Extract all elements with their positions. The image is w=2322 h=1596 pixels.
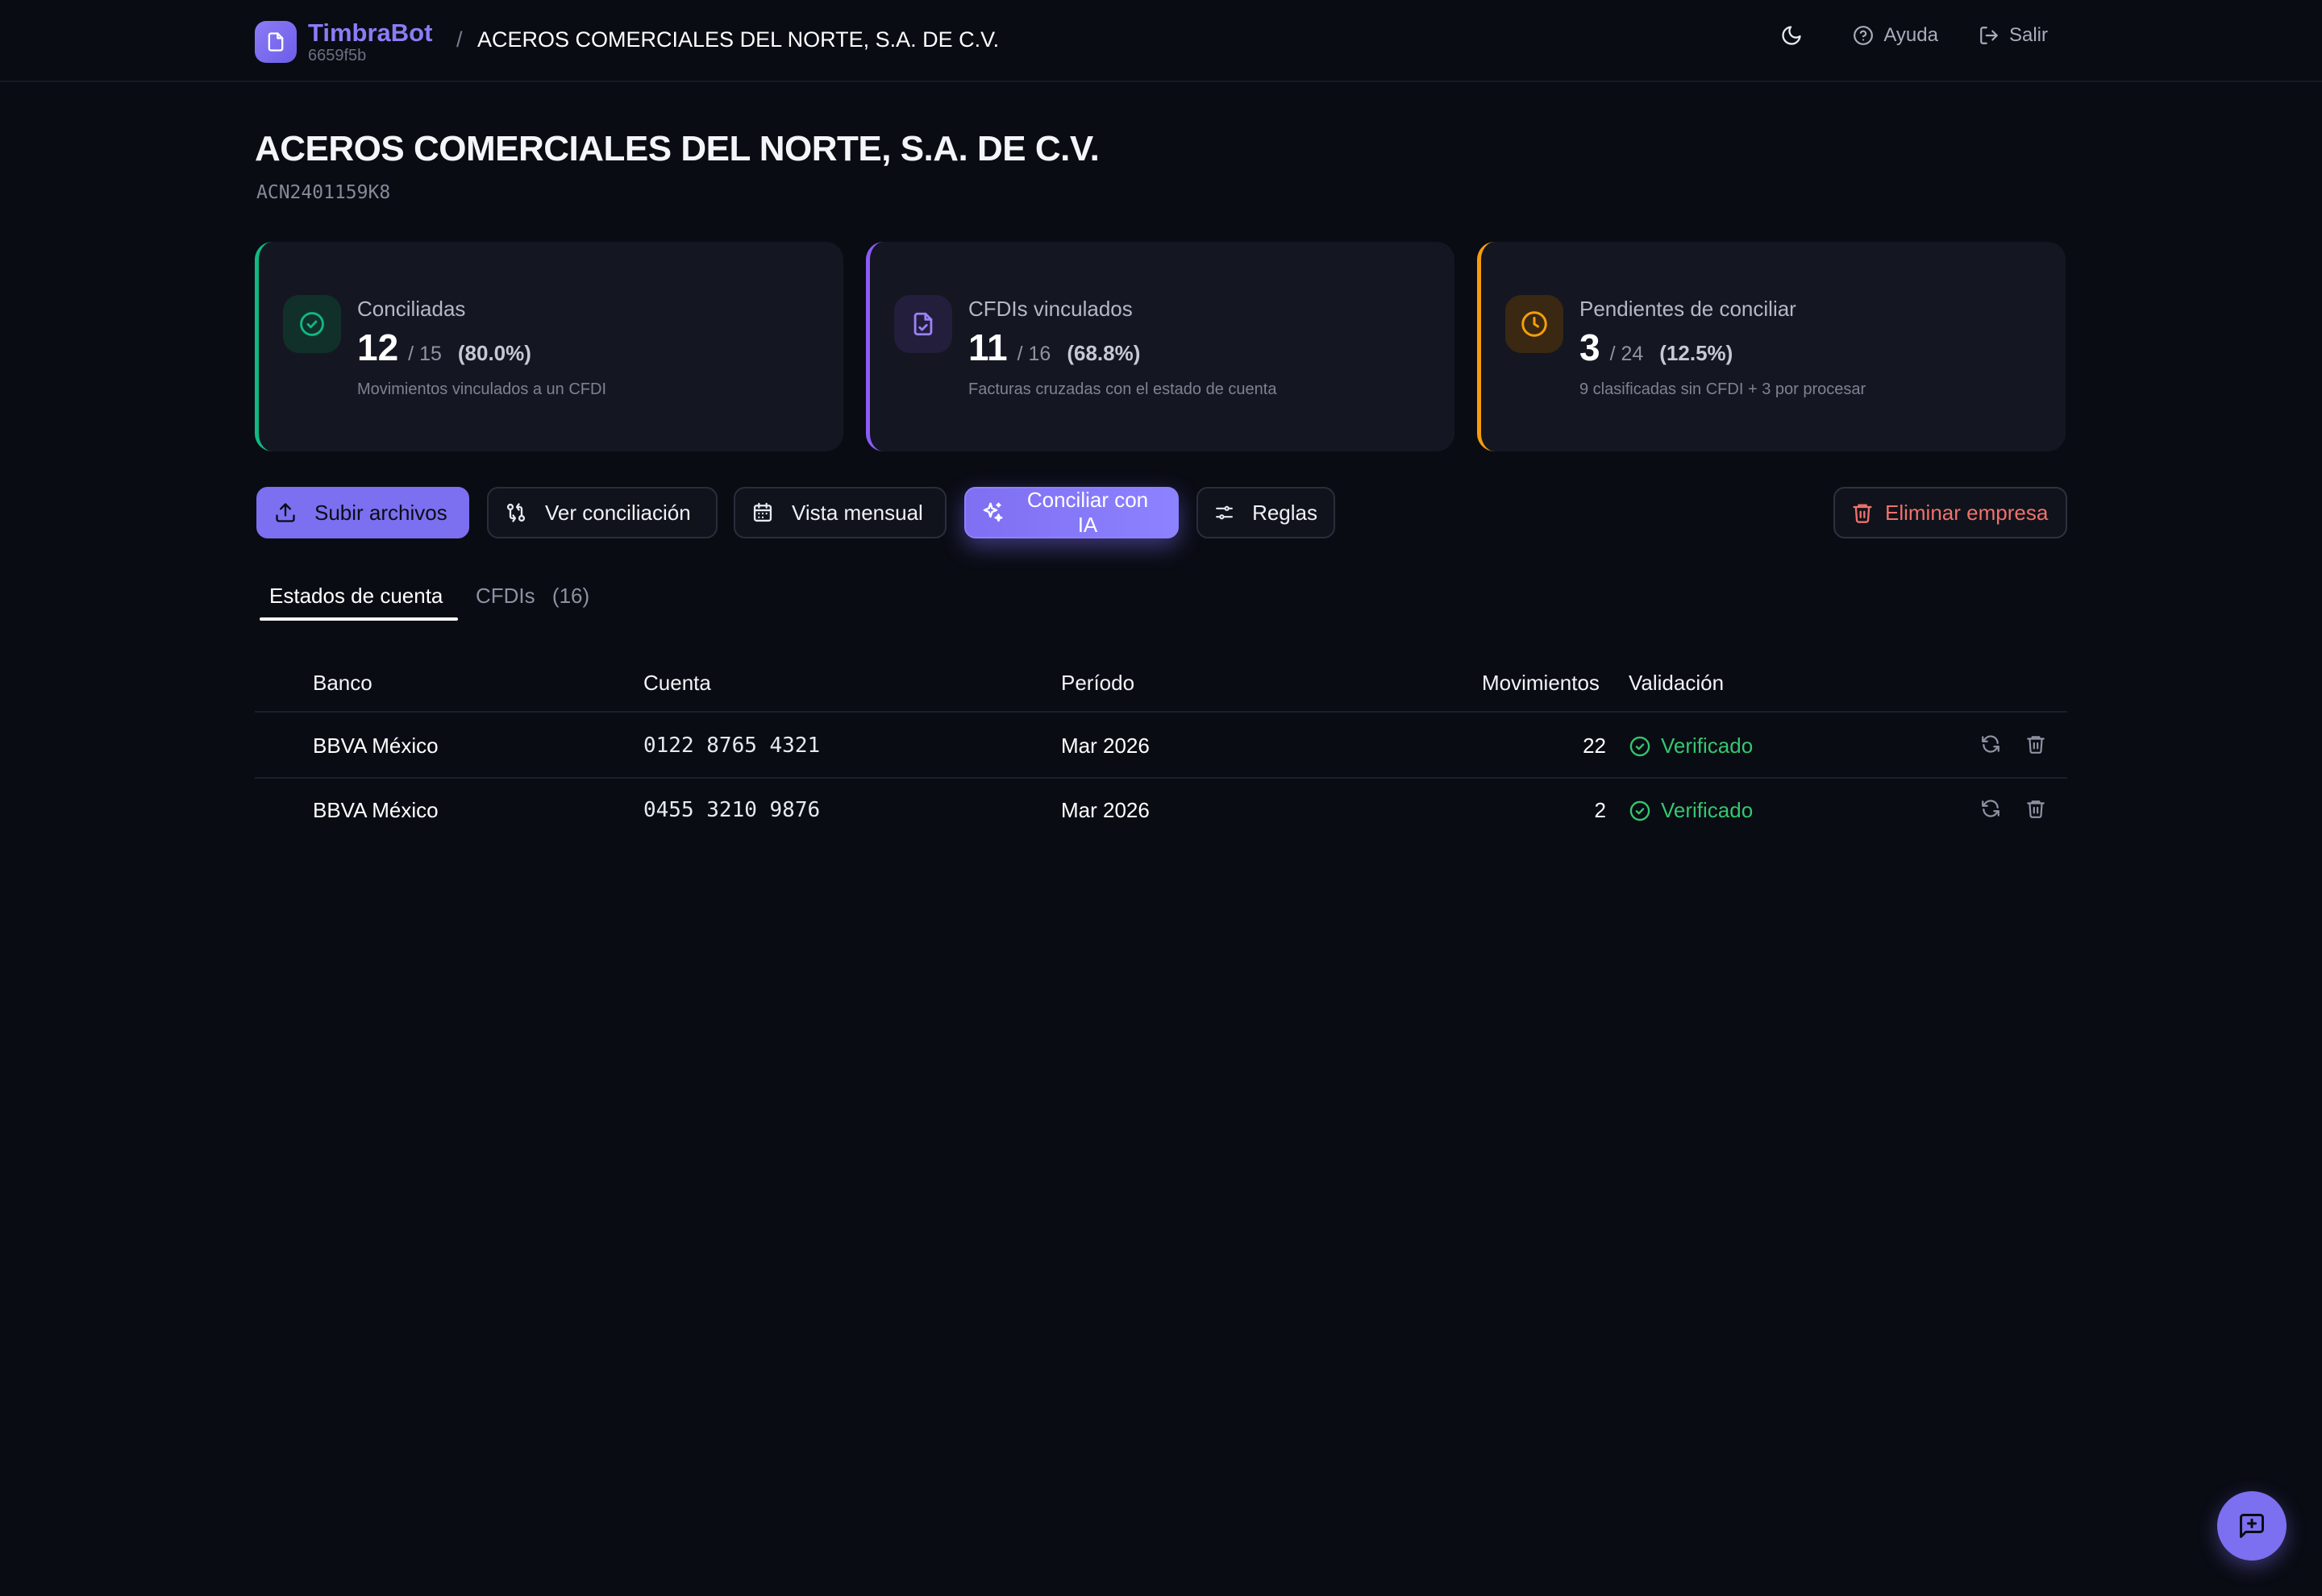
validation-badge: Verificado <box>1629 798 1753 823</box>
column-header-cuenta[interactable]: Cuenta <box>643 671 711 696</box>
upload-icon <box>276 503 295 522</box>
app-name: TimbraBot <box>308 19 433 47</box>
tab-cfdis[interactable]: CFDIs (16) <box>476 584 589 609</box>
chat-fab-button[interactable] <box>2217 1491 2287 1561</box>
cell-bank: BBVA México <box>313 798 439 822</box>
upload-files-button[interactable]: Subir archivos <box>256 487 469 538</box>
delete-company-label: Eliminar empresa <box>1885 500 2049 525</box>
row-actions <box>1956 734 2046 754</box>
file-check-icon <box>894 295 952 353</box>
trash-icon <box>2027 800 2045 818</box>
stat-percent: (80.0%) <box>457 341 531 365</box>
stat-percent: (12.5%) <box>1659 341 1733 365</box>
clock-icon <box>1505 295 1563 353</box>
company-rfc: ACN2401159K8 <box>256 182 391 203</box>
column-header-movimientos[interactable]: Movimientos <box>1482 671 1600 696</box>
refresh-icon <box>1982 735 2000 753</box>
sliders-icon <box>1216 505 1233 520</box>
breadcrumb-separator: / <box>456 27 463 52</box>
page-title: ACEROS COMERCIALES DEL NORTE, S.A. DE C.… <box>255 129 1100 168</box>
active-tab-indicator <box>260 617 458 621</box>
stat-description: Movimientos vinculados a un CFDI <box>357 380 607 398</box>
trash-icon <box>1853 504 1872 523</box>
ai-reconcile-label: Conciliar con IA <box>1026 488 1149 537</box>
cell-account: 0122 8765 4321 <box>643 734 821 758</box>
tab-label: Estados de cuenta <box>269 584 443 608</box>
validation-badge: Verificado <box>1629 734 1753 759</box>
tab-label: CFDIs <box>476 584 535 608</box>
cell-period: Mar 2026 <box>1061 798 1150 822</box>
help-label: Ayuda <box>1883 24 1938 46</box>
stat-label: Pendientes de conciliar <box>1579 297 1796 321</box>
view-reconciliation-button[interactable]: Ver conciliación <box>487 487 718 538</box>
trash-icon <box>2027 736 2045 754</box>
help-button[interactable]: Ayuda <box>1853 24 1938 47</box>
rules-label: Reglas <box>1252 500 1317 525</box>
tab-count: (16) <box>551 584 590 608</box>
monthly-view-button[interactable]: Vista mensual <box>734 487 947 538</box>
moon-icon <box>1782 26 1802 45</box>
refresh-button[interactable] <box>1980 734 2001 754</box>
calendar-icon <box>753 502 772 522</box>
stat-total: / 15 <box>408 343 442 365</box>
stat-value: 11 <box>968 326 1008 368</box>
theme-toggle-button[interactable] <box>1780 24 1812 47</box>
top-actions: Ayuda Salir <box>1740 24 2048 47</box>
cell-movements: 22 <box>1583 734 1606 758</box>
stat-description: Facturas cruzadas con el estado de cuent… <box>968 380 1277 398</box>
validation-label: Verificado <box>1661 798 1754 822</box>
cell-account: 0455 3210 9876 <box>643 798 821 822</box>
cell-period: Mar 2026 <box>1061 734 1150 758</box>
message-plus-icon <box>2240 1514 2264 1538</box>
stat-description: 9 clasificadas sin CFDI + 3 por procesar <box>1579 380 1866 398</box>
check-circle-icon <box>1629 800 1650 821</box>
check-circle-icon <box>1629 736 1650 756</box>
cell-bank: BBVA México <box>313 734 439 758</box>
stat-percent: (68.8%) <box>1067 341 1141 365</box>
stat-label: CFDIs vinculados <box>968 297 1133 321</box>
ai-reconcile-button[interactable]: Conciliar con IA <box>964 487 1179 538</box>
refresh-button[interactable] <box>1980 798 2001 819</box>
stat-value: 12 <box>357 326 399 368</box>
rules-button[interactable]: Reglas <box>1196 487 1335 538</box>
delete-company-button[interactable]: Eliminar empresa <box>1833 487 2067 538</box>
top-bar: TimbraBot 6659f5b / ACEROS COMERCIALES D… <box>0 0 2322 82</box>
row-actions <box>1956 798 2046 819</box>
stat-total: / 24 <box>1609 343 1644 365</box>
delete-row-button[interactable] <box>2025 798 2046 819</box>
row-divider <box>255 777 2067 779</box>
document-logo-icon <box>255 21 297 63</box>
stat-total: / 16 <box>1017 343 1051 365</box>
column-header-validacion[interactable]: Validación <box>1629 671 1724 696</box>
stat-card-cfdis: CFDIs vinculados 11 / 16 (68.8%) Factura… <box>866 242 1454 451</box>
validation-label: Verificado <box>1661 734 1754 758</box>
breadcrumb-company[interactable]: ACEROS COMERCIALES DEL NORTE, S.A. DE C.… <box>477 27 999 52</box>
brand[interactable]: TimbraBot 6659f5b <box>255 19 432 64</box>
stat-card-pendientes: Pendientes de conciliar 3 / 24 (12.5%) 9… <box>1477 242 2066 451</box>
column-header-banco[interactable]: Banco <box>313 671 372 696</box>
column-header-periodo[interactable]: Período <box>1061 671 1134 696</box>
tab-estados-de-cuenta[interactable]: Estados de cuenta <box>269 584 443 609</box>
delete-row-button[interactable] <box>2025 734 2046 754</box>
upload-files-label: Subir archivos <box>314 500 447 525</box>
logout-button[interactable]: Salir <box>1979 24 2048 47</box>
stat-card-conciliadas: Conciliadas 12 / 15 (80.0%) Movimientos … <box>255 242 843 451</box>
stat-value: 3 <box>1579 326 1600 368</box>
logout-label: Salir <box>2008 24 2048 46</box>
view-reconciliation-label: Ver conciliación <box>545 500 691 525</box>
refresh-icon <box>1982 800 2000 817</box>
cell-movements: 2 <box>1594 798 1606 822</box>
git-compare-icon <box>506 503 526 522</box>
help-circle-icon <box>1854 26 1874 45</box>
table-header-divider <box>255 711 2067 713</box>
sparkles-icon <box>983 502 1003 522</box>
monthly-view-label: Vista mensual <box>792 500 923 525</box>
stat-label: Conciliadas <box>357 297 466 321</box>
instance-id: 6659f5b <box>308 47 367 64</box>
logout-icon <box>1980 27 1998 44</box>
check-circle-icon <box>283 295 341 353</box>
